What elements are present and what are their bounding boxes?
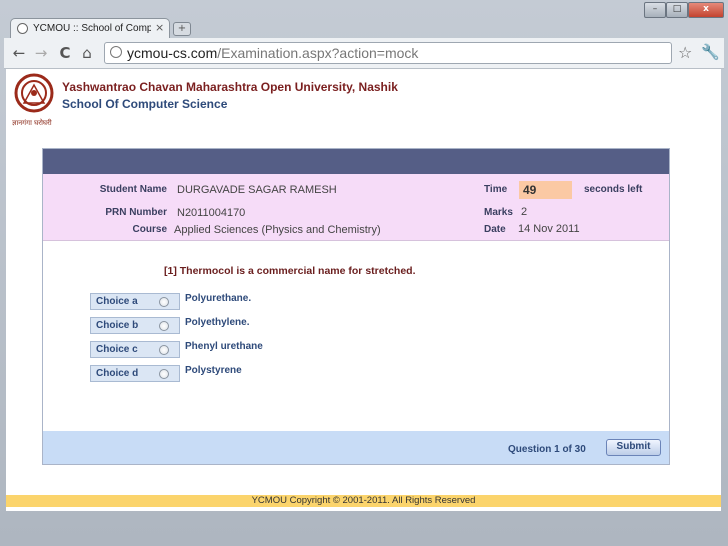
tab-close-icon[interactable]: × bbox=[155, 21, 164, 34]
course-value: Applied Sciences (Physics and Chemistry) bbox=[174, 224, 381, 236]
time-suffix: seconds left bbox=[584, 184, 643, 195]
close-window-button[interactable]: x bbox=[688, 2, 724, 18]
choice-b-answer: Polyethylene. bbox=[185, 317, 250, 328]
bookmark-star-icon[interactable]: ☆ bbox=[678, 43, 692, 62]
new-tab-button[interactable]: + bbox=[173, 22, 191, 36]
choice-b-label: Choice b bbox=[96, 320, 139, 331]
student-info: Student Name DURGAVADE SAGAR RAMESH PRN … bbox=[43, 174, 669, 241]
panel-header-bar bbox=[43, 149, 669, 174]
student-name-value: DURGAVADE SAGAR RAMESH bbox=[177, 184, 337, 196]
logo-caption: ज्ञानगंगा घरोघरी bbox=[12, 119, 52, 127]
tab-title: YCMOU :: School of Compu bbox=[33, 23, 151, 34]
submit-button[interactable]: Submit bbox=[606, 439, 661, 456]
choice-c-radio[interactable] bbox=[159, 345, 169, 355]
browser-tab[interactable]: YCMOU :: School of Compu × bbox=[10, 18, 170, 39]
time-label: Time bbox=[484, 184, 508, 195]
student-name-label: Student Name bbox=[99, 184, 167, 195]
page-icon bbox=[110, 46, 122, 58]
forward-arrow-icon[interactable]: → bbox=[32, 44, 50, 62]
choice-c-label: Choice c bbox=[96, 344, 138, 355]
reload-icon[interactable]: C bbox=[56, 44, 74, 62]
address-url[interactable]: ycmou-cs.com/Examination.aspx?action=moc… bbox=[127, 45, 418, 61]
choice-b-radio[interactable] bbox=[159, 321, 169, 331]
question-counter: Question 1 of 30 bbox=[508, 444, 586, 455]
choice-d-answer: Polystyrene bbox=[185, 365, 242, 376]
copyright-footer: YCMOU Copyright © 2001-2011. All Rights … bbox=[6, 495, 721, 507]
prn-value: N2011004170 bbox=[177, 207, 246, 219]
choice-a-radio[interactable] bbox=[159, 297, 169, 307]
url-host: ycmou-cs.com bbox=[127, 45, 218, 61]
globe-icon bbox=[17, 23, 28, 34]
choice-a[interactable]: Choice a bbox=[90, 293, 180, 310]
date-label: Date bbox=[484, 224, 506, 235]
choice-d[interactable]: Choice d bbox=[90, 365, 180, 382]
browser-toolbar: ← → C ⌂ ycmou-cs.com/Examination.aspx?ac… bbox=[4, 38, 724, 69]
home-icon[interactable]: ⌂ bbox=[78, 44, 96, 62]
exam-panel: Student Name DURGAVADE SAGAR RAMESH PRN … bbox=[42, 148, 670, 465]
panel-footer: Question 1 of 30 Submit bbox=[43, 431, 669, 464]
choice-c-answer: Phenyl urethane bbox=[185, 341, 263, 352]
time-remaining: 49 bbox=[519, 181, 572, 199]
choice-d-label: Choice d bbox=[96, 368, 139, 379]
maximize-button[interactable]: □ bbox=[666, 2, 688, 18]
university-name: Yashwantrao Chavan Maharashtra Open Univ… bbox=[62, 80, 398, 94]
date-value: 14 Nov 2011 bbox=[518, 223, 580, 235]
prn-label: PRN Number bbox=[105, 207, 167, 218]
minimize-button[interactable]: – bbox=[644, 2, 666, 18]
choice-a-answer: Polyurethane. bbox=[185, 293, 252, 304]
university-logo-icon bbox=[14, 73, 54, 113]
question-text: [1] Thermocol is a commercial name for s… bbox=[164, 265, 416, 277]
choice-a-label: Choice a bbox=[96, 296, 138, 307]
browser-window: YCMOU :: School of Compu × + – □ x ← → C… bbox=[0, 0, 728, 546]
back-arrow-icon[interactable]: ← bbox=[10, 44, 28, 62]
course-label: Course bbox=[132, 224, 167, 235]
choice-d-radio[interactable] bbox=[159, 369, 169, 379]
marks-label: Marks bbox=[484, 207, 513, 218]
address-bar[interactable]: ycmou-cs.com/Examination.aspx?action=moc… bbox=[104, 42, 672, 64]
url-path: /Examination.aspx?action=mock bbox=[217, 45, 419, 61]
page-viewport: ज्ञानगंगा घरोघरी Yashwantrao Chavan Maha… bbox=[6, 69, 721, 511]
school-name: School Of Computer Science bbox=[62, 97, 228, 111]
marks-value: 2 bbox=[521, 206, 528, 218]
choice-b[interactable]: Choice b bbox=[90, 317, 180, 334]
wrench-menu-icon[interactable]: 🔧 bbox=[701, 43, 720, 61]
choice-c[interactable]: Choice c bbox=[90, 341, 180, 358]
